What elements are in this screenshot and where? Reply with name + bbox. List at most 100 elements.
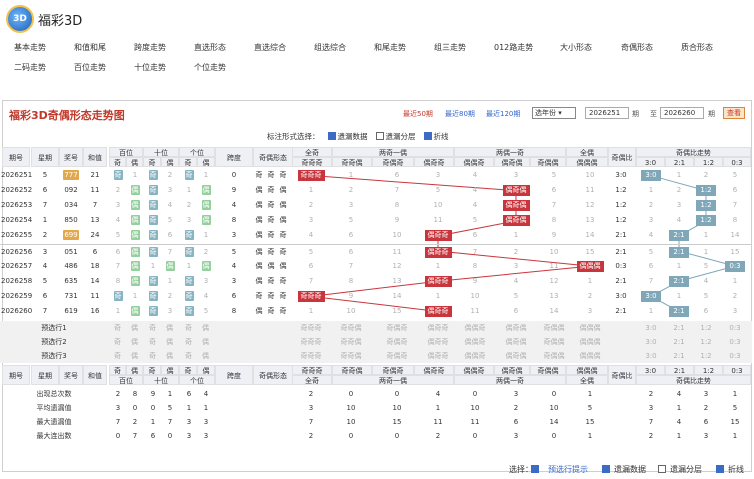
forecast-pick-cell[interactable]: 奇偶偶: [536, 349, 572, 363]
forecast-pick-cell[interactable]: 奇奇偶: [333, 349, 369, 363]
ge-even-cell-text: 4: [203, 291, 209, 300]
forecast-pick-cell[interactable]: 偶: [197, 321, 214, 335]
forecast-pick-cell[interactable]: 偶: [126, 349, 143, 363]
nav-item[interactable]: 质合形态: [681, 42, 713, 53]
forecast-pick-cell[interactable]: 偶偶奇: [457, 349, 493, 363]
polyline-checkbox[interactable]: [423, 132, 432, 140]
forecast-pick-cell[interactable]: 奇偶偶: [536, 321, 572, 335]
forecast-pick-cell[interactable]: 偶奇奇: [420, 335, 456, 349]
ge-odd-cell-text: 奇: [184, 170, 194, 180]
forecast-pick-cell[interactable]: 偶奇奇: [420, 349, 456, 363]
form-char-cell: 偶: [253, 245, 265, 260]
forecast-pick-cell[interactable]: 偶偶偶: [572, 349, 608, 363]
form-column-cell: 4: [294, 228, 328, 243]
forecast-pick-cell[interactable]: 偶: [161, 321, 178, 335]
nav-item[interactable]: 基本走势: [14, 42, 46, 53]
week-cell: 4: [38, 259, 52, 274]
nav-item[interactable]: 012路走势: [494, 42, 533, 53]
nav-item[interactable]: 直选综合: [254, 42, 286, 53]
forecast-pick-cell[interactable]: 偶偶奇: [457, 321, 493, 335]
sum-cell: 18: [85, 259, 105, 274]
forecast-pick-cell[interactable]: 奇: [109, 321, 126, 335]
forecast-pick-cell[interactable]: 奇偶偶: [536, 335, 572, 349]
nav-item[interactable]: 和值和尾: [74, 42, 106, 53]
from-issue-input[interactable]: 2026251: [585, 107, 629, 119]
forecast-pick-cell[interactable]: 奇: [109, 335, 126, 349]
form-column-cell-text: 5: [513, 291, 519, 300]
forecast-pick-cell[interactable]: 奇: [144, 321, 161, 335]
issue-cell: 2026258: [1, 274, 32, 289]
nav-item[interactable]: 和尾走势: [374, 42, 406, 53]
forecast-pick-cell[interactable]: 偶奇偶: [498, 321, 534, 335]
ratio-trend-cell-text: 2: [732, 291, 738, 300]
range-50-link[interactable]: 最近50期: [403, 109, 433, 119]
forecast-pick-cell[interactable]: 奇: [180, 335, 197, 349]
missing-data-checkbox[interactable]: [327, 132, 336, 140]
forecast-pick-cell[interactable]: 奇奇奇: [293, 335, 329, 349]
forecast-pick-cell[interactable]: 奇偶奇: [379, 335, 415, 349]
forecast-pick-cell[interactable]: 偶: [197, 349, 214, 363]
ge-even-cell-text: 1: [203, 231, 209, 240]
nav-item[interactable]: 组选综合: [314, 42, 346, 53]
nav-item[interactable]: 个位走势: [194, 62, 226, 73]
ge-even-cell: 偶: [198, 259, 214, 274]
forecast-pick-cell[interactable]: 奇偶奇: [379, 349, 415, 363]
bai-odd-cell-text: 奇: [113, 290, 123, 301]
stats-value: 1: [676, 404, 682, 412]
forecast-pick-cell[interactable]: 偶偶偶: [572, 321, 608, 335]
forecast-pick-cell[interactable]: 奇: [180, 321, 197, 335]
forecast-pick-cell[interactable]: 奇奇奇: [293, 349, 329, 363]
footer-polyline-checkbox[interactable]: [716, 465, 724, 473]
forecast-pick-cell[interactable]: 偶偶奇: [457, 335, 493, 349]
nav-item[interactable]: 组三走势: [434, 42, 466, 53]
forecast-pick-cell[interactable]: 偶: [126, 335, 143, 349]
forecast-pick-cell[interactable]: 偶: [197, 335, 214, 349]
shi-even-cell: 4: [162, 198, 178, 213]
nav-item[interactable]: 大小形态: [560, 42, 592, 53]
forecast-pick-cell[interactable]: 偶偶偶: [572, 335, 608, 349]
form-column-cell-text: 1: [587, 276, 593, 285]
forecast-pick-cell[interactable]: 0:3: [717, 321, 753, 335]
range-120-link[interactable]: 最近120期: [486, 109, 520, 119]
forecast-pick-cell[interactable]: 奇奇奇: [293, 321, 329, 335]
forecast-pick-cell[interactable]: 0:3: [717, 349, 753, 363]
sum-cell: 11: [85, 183, 105, 198]
forecast-pick-cell[interactable]: 偶奇偶: [498, 349, 534, 363]
form-column-cell-text: 3: [348, 201, 354, 210]
range-80-link[interactable]: 最近80期: [445, 109, 475, 119]
forecast-pick-cell[interactable]: 奇奇偶: [333, 335, 369, 349]
forecast-pick-cell[interactable]: 奇: [144, 335, 161, 349]
forecast-pick-cell[interactable]: 奇: [144, 349, 161, 363]
number-cell: 777: [59, 168, 83, 183]
forecast-pick-cell[interactable]: 偶奇偶: [498, 335, 534, 349]
stats-value: 4: [435, 390, 441, 398]
shi-even-cell: 2: [162, 289, 178, 304]
year-select[interactable]: 选年份 ▾: [532, 107, 576, 119]
bai-even-cell-text: 偶: [130, 215, 140, 226]
nav-item[interactable]: 奇偶形态: [621, 42, 653, 53]
nav-item[interactable]: 百位走势: [74, 62, 106, 73]
query-button[interactable]: 查看: [723, 107, 745, 119]
forecast-hint-checkbox[interactable]: [531, 465, 539, 473]
forecast-pick-cell[interactable]: 奇奇偶: [333, 321, 369, 335]
forecast-pick-cell[interactable]: 奇偶奇: [379, 321, 415, 335]
nav-item[interactable]: 直选形态: [194, 42, 226, 53]
forecast-pick-cell[interactable]: 偶: [126, 321, 143, 335]
form-char-cell: 奇: [265, 213, 277, 228]
to-issue-input[interactable]: 2026260: [660, 107, 704, 119]
ratio-trend-cell: 4: [693, 274, 719, 289]
footer-missing-checkbox[interactable]: [602, 465, 610, 473]
forecast-pick-cell[interactable]: 0:3: [717, 335, 753, 349]
nav-item[interactable]: 跨度走势: [134, 42, 166, 53]
nav-item[interactable]: 二码走势: [14, 62, 46, 73]
forecast-pick-cell[interactable]: 偶: [161, 349, 178, 363]
missing-layer-checkbox[interactable]: [375, 132, 384, 140]
forecast-pick-cell[interactable]: 偶: [161, 335, 178, 349]
form-char-cell-text: 奇: [255, 171, 263, 179]
forecast-pick-cell[interactable]: 偶奇奇: [420, 321, 456, 335]
forecast-pick-cell[interactable]: 奇: [180, 349, 197, 363]
forecast-pick-cell[interactable]: 奇: [109, 349, 126, 363]
footer-layer-checkbox[interactable]: [658, 465, 666, 473]
footer-header-10: 两奇一偶: [332, 375, 454, 385]
nav-item[interactable]: 十位走势: [134, 62, 166, 73]
